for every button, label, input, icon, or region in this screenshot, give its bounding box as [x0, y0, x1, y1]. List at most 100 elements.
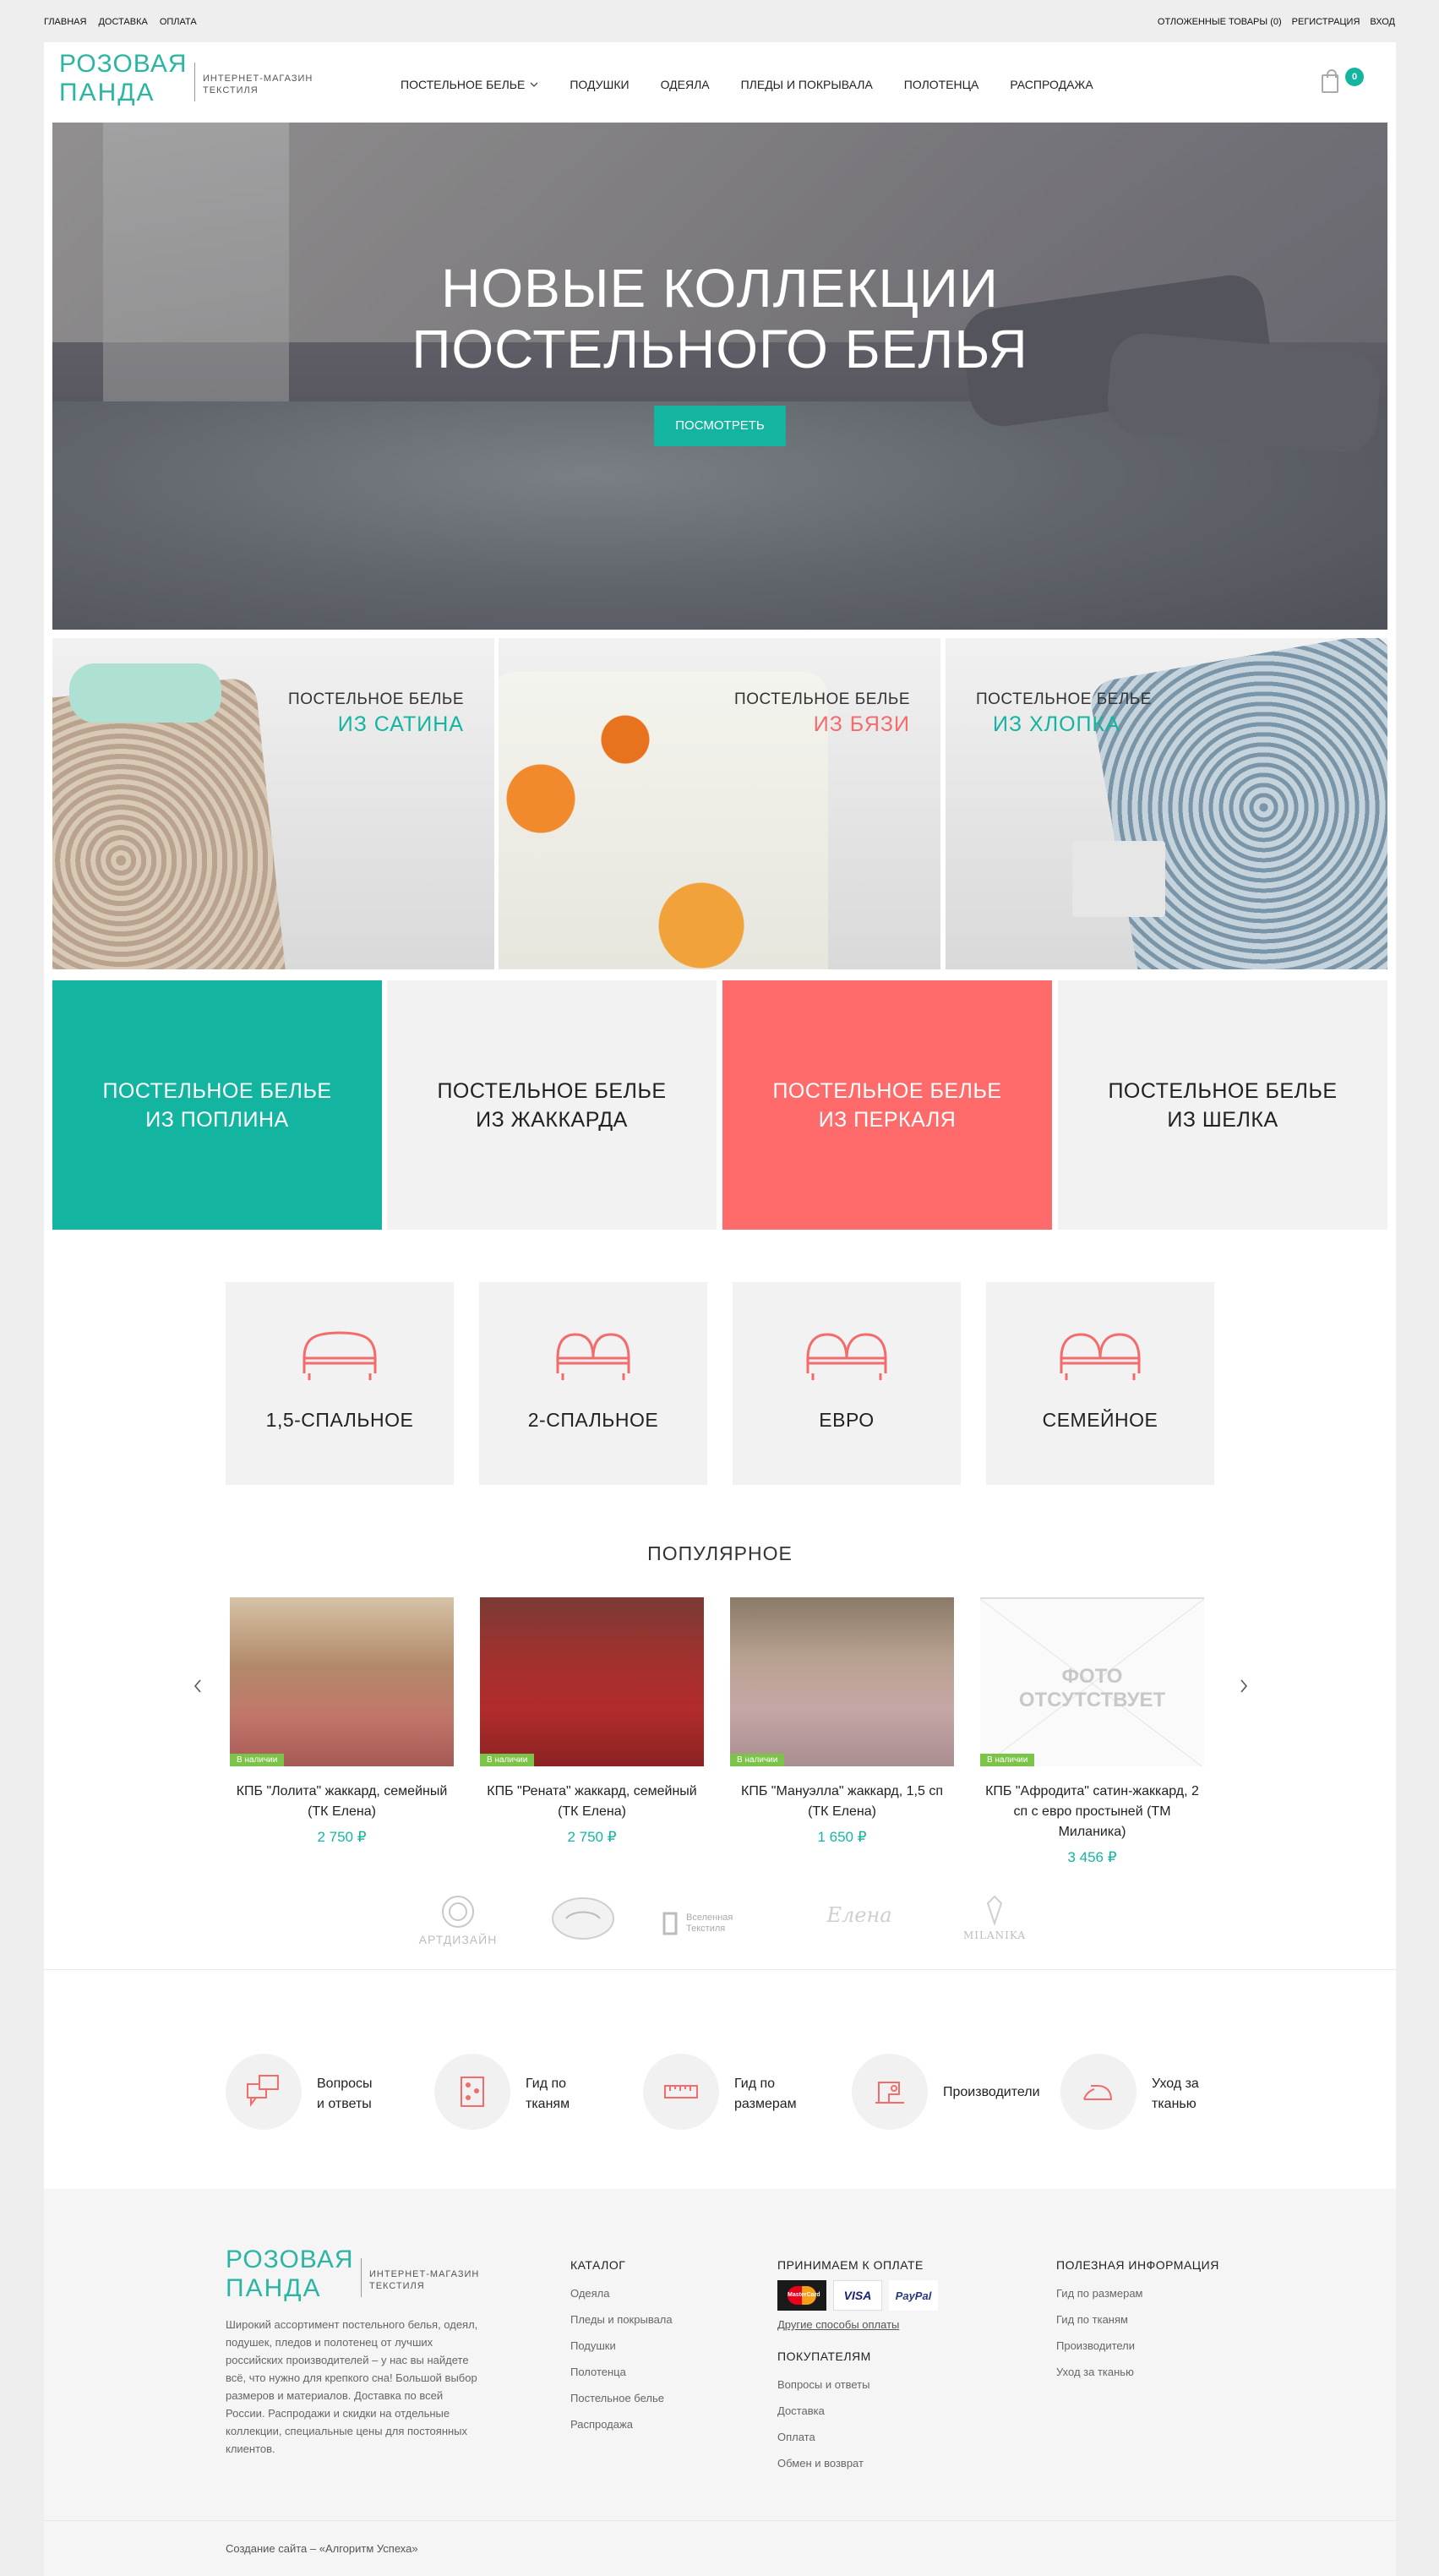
product-name: КПБ "Лолита" жаккард, семейный (ТК Елена…	[236, 1784, 448, 1819]
top-link-payment[interactable]: ОПЛАТА	[160, 17, 197, 27]
footer-link[interactable]: Обмен и возврат	[777, 2450, 938, 2476]
product-name: КПБ "Афродита" сатин-жаккард, 2 сп с евр…	[985, 1784, 1199, 1839]
brand-logo-pillow[interactable]	[541, 1893, 625, 1952]
brand-logo-artdesign[interactable]: АРТДИЗАЙН	[399, 1893, 517, 1952]
copyright-link[interactable]: Создание сайта – «Алгоритм Успеха»	[226, 2542, 418, 2555]
footer-link[interactable]: Вопросы и ответы	[777, 2371, 938, 2398]
info-label-line-1: Гид по	[734, 2077, 776, 2091]
product-card[interactable]: В наличии КПБ "Рената" жаккард, семейный…	[480, 1597, 704, 1846]
product-card[interactable]: ФОТО ОТСУТСТВУЕТ В наличии КПБ "Афродита…	[980, 1597, 1204, 1866]
size-double[interactable]: 2-СПАЛЬНОЕ	[479, 1282, 707, 1485]
info-label: Гид по тканям	[526, 2074, 570, 2115]
pillow-image	[69, 663, 221, 723]
logo-subtitle: ИНТЕРНЕТ-МАГАЗИН ТЕКСТИЛЯ	[203, 74, 313, 96]
material-banner-coarse-calico[interactable]: ПОСТЕЛЬНОЕ БЕЛЬЕ ИЗ БЯЗИ	[499, 638, 940, 969]
footer-link[interactable]: Оплата	[777, 2424, 938, 2450]
top-link-home[interactable]: ГЛАВНАЯ	[44, 17, 86, 27]
footer-link[interactable]: Пледы и покрывала	[570, 2306, 673, 2333]
hero-view-button[interactable]: ПОСМОТРЕТЬ	[654, 406, 786, 446]
info-manufacturers[interactable]: Производители	[852, 2054, 1040, 2130]
no-photo-line-2: ОТСУТСТВУЕТ	[1018, 1689, 1166, 1711]
top-link-login[interactable]: ВХОД	[1370, 17, 1395, 27]
bedding-image	[1087, 638, 1387, 969]
footer-link[interactable]: Доставка	[777, 2398, 938, 2424]
footer-link[interactable]: Производители	[1056, 2333, 1219, 2359]
mastercard-label: MasterCard	[788, 2286, 820, 2305]
brand-logo-elena[interactable]: Елена	[804, 1893, 914, 1952]
size-label: 2-СПАЛЬНОЕ	[527, 1409, 659, 1431]
info-label-line-2: тканям	[526, 2097, 570, 2111]
nav-item-sale[interactable]: РАСПРОДАЖА	[1010, 78, 1093, 91]
brand-row: Вселенная Текстиля	[661, 1910, 771, 1937]
product-card[interactable]: В наличии КПБ "Лолита" жаккард, семейный…	[230, 1597, 454, 1846]
footer-link[interactable]: Гид по тканям	[1056, 2306, 1219, 2333]
tile-line-2: ИЗ ПЕРКАЛЯ	[818, 1107, 957, 1132]
info-faq[interactable]: Вопросы и ответы	[226, 2054, 412, 2130]
top-link-delivery[interactable]: ДОСТАВКА	[98, 17, 147, 27]
material-banner-title: ПОСТЕЛЬНОЕ БЕЛЬЕ	[734, 690, 910, 708]
visa-icon: VISA	[833, 2280, 882, 2311]
top-link-register[interactable]: РЕГИСТРАЦИЯ	[1292, 17, 1360, 27]
footer-link[interactable]: Полотенца	[570, 2359, 673, 2385]
footer-link[interactable]: Подушки	[570, 2333, 673, 2359]
material-banner-subtitle: ИЗ ХЛОПКА	[993, 712, 1120, 736]
tile-text: ПОСТЕЛЬНОЕ БЕЛЬЕ ИЗ ПОПЛИНА	[102, 1077, 331, 1134]
tile-text: ПОСТЕЛЬНОЕ БЕЛЬЕ ИЗ ЖАККАРДА	[437, 1077, 666, 1134]
top-links-right: ОТЛОЖЕННЫЕ ТОВАРЫ (0) РЕГИСТРАЦИЯ ВХОД	[1158, 17, 1395, 27]
product-price: 2 750 ₽	[317, 1829, 367, 1845]
footer-link[interactable]: Гид по размерам	[1056, 2280, 1219, 2306]
info-label: Уход за тканью	[1152, 2074, 1199, 2115]
info-label: Производители	[943, 2085, 1040, 2099]
info-fabric-care[interactable]: Уход за тканью	[1060, 2054, 1246, 2130]
nav-item-pillows[interactable]: ПОДУШКИ	[570, 78, 629, 91]
nav-item-towels[interactable]: ПОЛОТЕНЦА	[904, 78, 979, 91]
tile-percale[interactable]: ПОСТЕЛЬНОЕ БЕЛЬЕ ИЗ ПЕРКАЛЯ	[722, 980, 1052, 1230]
site-logo[interactable]: РОЗОВАЯ ПАНДА ИНТЕРНЕТ-МАГАЗИН ТЕКСТИЛЯ	[59, 51, 313, 110]
material-banner-subtitle: ИЗ САТИНА	[337, 712, 464, 736]
section-divider	[44, 1969, 1396, 1970]
size-family[interactable]: СЕМЕЙНОЕ	[986, 1282, 1214, 1485]
material-banner-satin[interactable]: ПОСТЕЛЬНОЕ БЕЛЬЕ ИЗ САТИНА	[52, 638, 494, 969]
size-single[interactable]: 1,5-СПАЛЬНОЕ	[226, 1282, 454, 1485]
size-euro[interactable]: ЕВРО	[733, 1282, 961, 1485]
brand-logo-milanika[interactable]: MILANIKA	[948, 1893, 1041, 1952]
tile-silk[interactable]: ПОСТЕЛЬНОЕ БЕЛЬЕ ИЗ ШЕЛКА	[1058, 980, 1387, 1230]
logo-divider	[361, 2258, 362, 2297]
payment-cards: MasterCard VISA PayPal	[777, 2280, 938, 2311]
top-link-wishlist[interactable]: ОТЛОЖЕННЫЕ ТОВАРЫ (0)	[1158, 17, 1282, 27]
carousel-prev-button[interactable]	[193, 1678, 203, 1700]
no-photo-line-1: ФОТО	[1061, 1665, 1123, 1688]
other-payment-link[interactable]: Другие способы оплаты	[777, 2316, 938, 2334]
tile-poplin[interactable]: ПОСТЕЛЬНОЕ БЕЛЬЕ ИЗ ПОПЛИНА	[52, 980, 382, 1230]
footer-logo[interactable]: РОЗОВАЯ ПАНДА ИНТЕРНЕТ-МАГАЗИН ТЕКСТИЛЯ	[226, 2246, 479, 2306]
material-banner-subtitle: ИЗ БЯЗИ	[813, 712, 910, 736]
info-size-guide[interactable]: Гид по размерам	[643, 2054, 829, 2130]
info-fabric-guide[interactable]: Гид по тканям	[434, 2054, 620, 2130]
carousel-next-button[interactable]	[1239, 1678, 1249, 1700]
site-header: РОЗОВАЯ ПАНДА ИНТЕРНЕТ-МАГАЗИН ТЕКСТИЛЯ …	[44, 42, 1396, 120]
footer-link[interactable]: Уход за тканью	[1056, 2359, 1219, 2385]
nav-item-plaids[interactable]: ПЛЕДЫ И ПОКРЫВАЛА	[741, 78, 873, 91]
material-banner-cotton[interactable]: ПОСТЕЛЬНОЕ БЕЛЬЕ ИЗ ХЛОПКА	[946, 638, 1387, 969]
iron-icon	[1083, 2085, 1113, 2100]
page-container: РОЗОВАЯ ПАНДА ИНТЕРНЕТ-МАГАЗИН ТЕКСТИЛЯ …	[44, 42, 1396, 2576]
footer-link[interactable]: Распродажа	[570, 2411, 673, 2437]
euro-bed-icon	[806, 1333, 887, 1380]
tile-jacquard[interactable]: ПОСТЕЛЬНОЕ БЕЛЬЕ ИЗ ЖАККАРДА	[387, 980, 717, 1230]
hero-title-line-1: НОВЫЕ КОЛЛЕКЦИИ	[441, 258, 999, 319]
info-label-line-1: Гид по	[526, 2077, 567, 2091]
brand-logo-vselennaya[interactable]: Вселенная Текстиля	[661, 1893, 771, 1952]
product-image: В наличии	[230, 1597, 454, 1766]
footer-link[interactable]: Одеяла	[570, 2280, 673, 2306]
footer-useful-column: ПОЛЕЗНАЯ ИНФОРМАЦИЯ Гид по размерам Гид …	[1056, 2255, 1219, 2385]
footer-link[interactable]: Постельное белье	[570, 2385, 673, 2411]
nav-item-bedding[interactable]: ПОСТЕЛЬНОЕ БЕЛЬЕ	[401, 78, 538, 91]
product-card[interactable]: В наличии КПБ "Мануэлла" жаккард, 1,5 сп…	[730, 1597, 954, 1846]
info-label-line-1: Вопросы	[317, 2077, 373, 2091]
cart-button[interactable]: 0	[1322, 68, 1364, 98]
single-bed-icon	[303, 1331, 377, 1380]
product-image: В наличии	[480, 1597, 704, 1766]
product-name: КПБ "Рената" жаккард, семейный (ТК Елена…	[487, 1784, 697, 1819]
nav-item-blankets[interactable]: ОДЕЯЛА	[661, 78, 710, 91]
info-label-line-2: размерам	[734, 2097, 797, 2111]
